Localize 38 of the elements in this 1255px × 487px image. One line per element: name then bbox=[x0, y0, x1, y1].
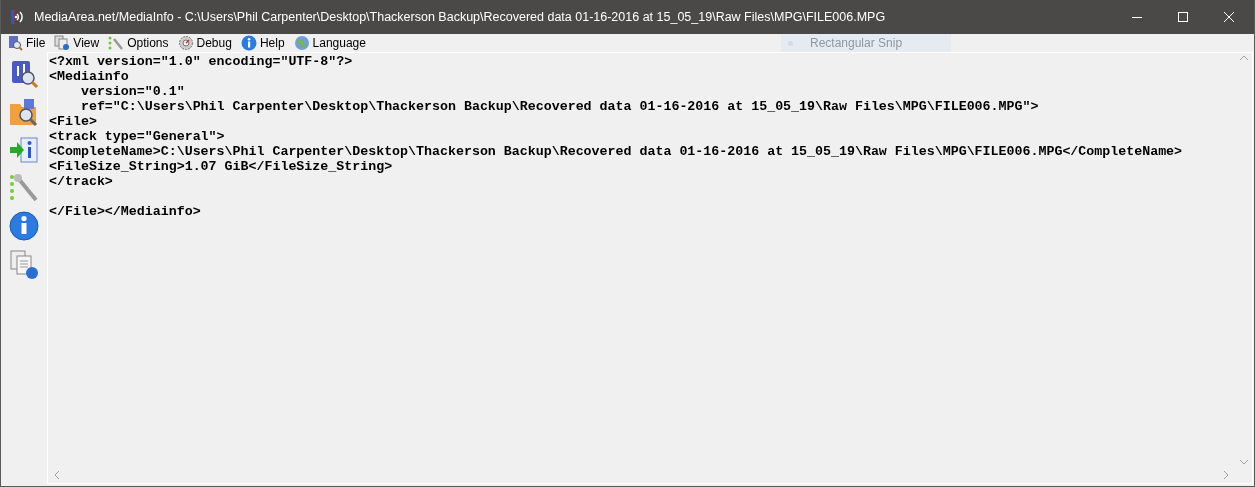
scroll-right-icon bbox=[1224, 471, 1229, 479]
snip-label: Rectangular Snip bbox=[810, 35, 903, 52]
code-line: ref="C:\Users\Phil Carpenter\Desktop\Thackerson Backup\Recovered data 01-16-2016 at 15_05_19\Raw Files\MPG\FILE006.MPG"> bbox=[79, 99, 1040, 114]
globe-icon bbox=[293, 35, 310, 51]
code-line: version="0.1" bbox=[79, 84, 186, 99]
menu-item[interactable]: View bbox=[54, 34, 100, 52]
code-line: <File> bbox=[49, 114, 98, 129]
info-icon bbox=[240, 35, 257, 51]
document-magnifier-icon bbox=[7, 35, 23, 51]
wrench-list-icon[interactable] bbox=[8, 172, 40, 204]
arrow-info-icon[interactable] bbox=[8, 134, 40, 166]
text-area[interactable] bbox=[47, 52, 1253, 484]
scroll-left-icon bbox=[54, 471, 59, 479]
folder-magnifier-icon[interactable] bbox=[8, 96, 40, 128]
window-title: MediaArea.net/MediaInfo - C:\Users\Phil Carpenter\Desktop\Thackerson Backup\Recovered data 01-16-2016 at 15_05_19\Raw Files\MPG\FILE006.MPG bbox=[34, 8, 886, 26]
maximize-icon bbox=[1178, 12, 1188, 22]
menu-item[interactable]: Debug bbox=[177, 34, 232, 52]
close-icon bbox=[1224, 12, 1234, 22]
code-line: <?xml version="1.0" encoding="UTF-8"?> bbox=[49, 54, 354, 69]
menu-item[interactable]: Help bbox=[240, 34, 285, 52]
code-line: <track type="General"> bbox=[49, 129, 226, 144]
app-icon bbox=[10, 9, 26, 25]
code-line: <CompleteName>C:\Users\Phil Carpenter\Desktop\Thackerson Backup\Recovered data 01-16-2016 at 15_05_19\Raw Files\MPG\FILE006.MPG</CompleteName> bbox=[49, 144, 1184, 159]
menu-item[interactable]: Language bbox=[293, 34, 366, 52]
documents-icon bbox=[54, 35, 71, 51]
code-line: <FileSize_String>1.07 GiB</FileSize_String> bbox=[49, 159, 394, 174]
menu-item[interactable]: Options bbox=[108, 34, 169, 52]
menu-item[interactable]: File bbox=[7, 34, 46, 52]
gear-icon bbox=[177, 35, 194, 51]
minimize-icon bbox=[1132, 16, 1142, 18]
options-icon bbox=[108, 35, 125, 51]
documents-globe-icon[interactable] bbox=[8, 248, 40, 280]
scroll-up-icon bbox=[1239, 55, 1248, 60]
code-line: <Mediainfo bbox=[49, 69, 130, 84]
info-icon[interactable] bbox=[8, 210, 40, 242]
scroll-down-icon bbox=[1239, 460, 1248, 465]
code-line: </track> bbox=[49, 174, 114, 189]
code-line: </File></Mediainfo> bbox=[49, 204, 202, 219]
